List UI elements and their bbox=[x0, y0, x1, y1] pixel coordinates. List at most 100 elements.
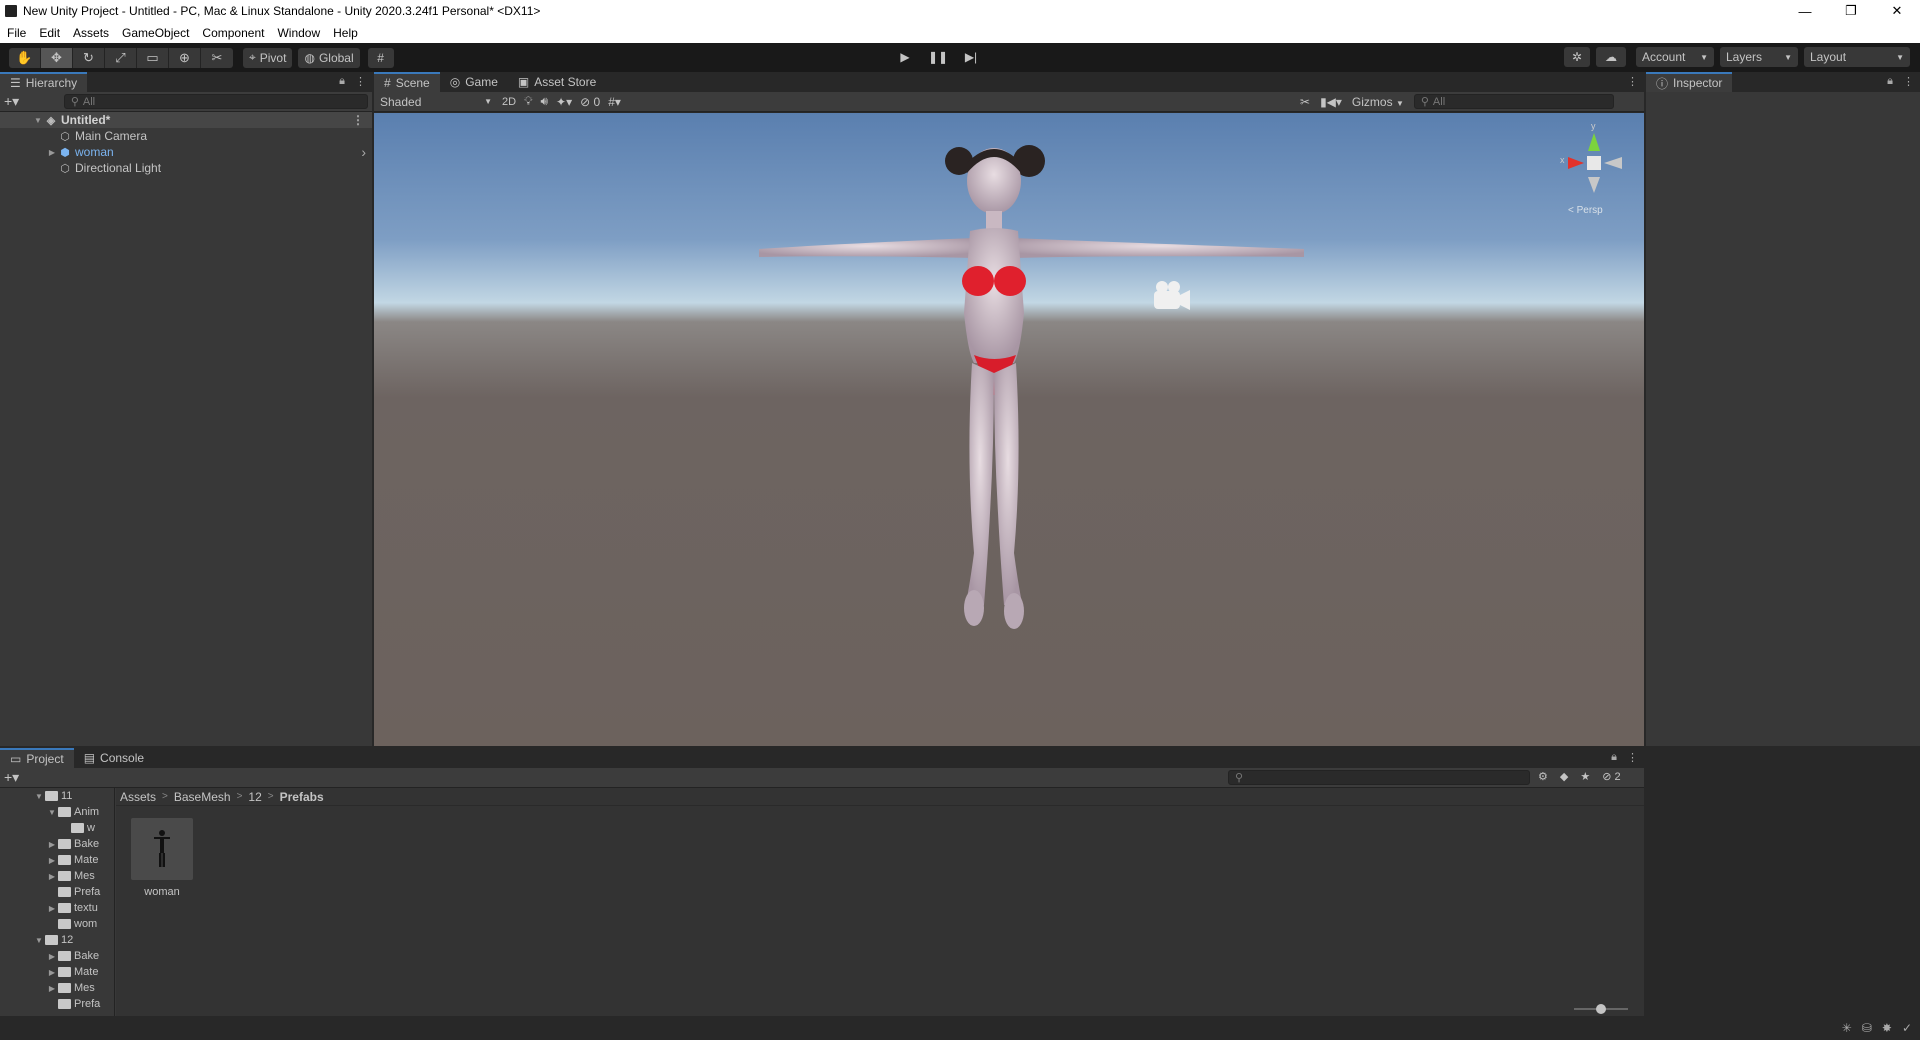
auto-generate-lighting-icon[interactable]: ✳ bbox=[1842, 1021, 1852, 1035]
breadcrumb-item[interactable]: BaseMesh bbox=[174, 790, 231, 804]
custom-tool-button[interactable]: ✂ bbox=[201, 48, 233, 68]
foldout-arrow-icon[interactable]: ▶ bbox=[46, 952, 58, 961]
project-folder-item[interactable]: Prefa bbox=[0, 996, 114, 1012]
layout-dropdown[interactable]: Layout ▼ bbox=[1804, 47, 1910, 67]
foldout-arrow-icon[interactable]: ▼ bbox=[33, 792, 45, 801]
breadcrumb-item[interactable]: Prefabs bbox=[280, 790, 324, 804]
orientation-gizmo[interactable]: y x < Persp bbox=[1560, 121, 1622, 216]
search-by-type-icon[interactable]: ⚙ bbox=[1538, 770, 1548, 783]
camera-gizmo-icon[interactable] bbox=[1154, 281, 1190, 310]
check-circle-icon[interactable]: ✓ bbox=[1902, 1021, 1912, 1035]
zoom-slider-knob[interactable] bbox=[1596, 1004, 1606, 1014]
menu-component[interactable]: Component bbox=[195, 26, 270, 40]
breadcrumb-item[interactable]: Assets bbox=[120, 790, 156, 804]
project-folder-item[interactable]: ▶ Mate bbox=[0, 964, 114, 980]
play-button[interactable]: ▶ bbox=[890, 47, 920, 67]
create-add-button[interactable]: +▾ bbox=[4, 769, 28, 786]
2d-toggle-button[interactable]: 2D bbox=[502, 96, 516, 108]
hierarchy-item[interactable]: ⬡ Directional Light bbox=[0, 160, 372, 176]
foldout-arrow-icon[interactable]: ▶ bbox=[46, 984, 58, 993]
transform-tool-button[interactable]: ⊕ bbox=[169, 47, 201, 68]
collab-button[interactable]: ✲ bbox=[1564, 47, 1590, 67]
project-folder-item[interactable]: ▶ Bake bbox=[0, 948, 114, 964]
kebab-menu-icon[interactable]: ⋮ bbox=[1627, 751, 1638, 764]
grid-snap-button[interactable]: # bbox=[367, 47, 394, 68]
scale-tool-button[interactable]: ⤢ bbox=[105, 47, 137, 68]
project-folder-item[interactable]: ▶ Mes bbox=[0, 980, 114, 996]
close-button[interactable]: ✕ bbox=[1874, 0, 1920, 22]
project-folder-item[interactable]: ▶ textu bbox=[0, 900, 114, 916]
audio-toggle-icon[interactable]: 🔊︎ bbox=[540, 94, 548, 109]
hidden-packages-toggle[interactable]: ⊘ 2 bbox=[1602, 770, 1620, 783]
camera-settings-icon[interactable]: ▮◀▾ bbox=[1320, 95, 1342, 109]
cache-server-icon[interactable]: ⛁ bbox=[1862, 1021, 1872, 1035]
breadcrumb-item[interactable]: 12 bbox=[248, 790, 261, 804]
move-tool-button[interactable]: ✥ bbox=[41, 47, 73, 68]
tab-inspector[interactable]: ⓘ Inspector bbox=[1646, 72, 1733, 92]
gizmos-dropdown[interactable]: Gizmos ▼ bbox=[1352, 95, 1404, 109]
foldout-arrow-icon[interactable]: ▼ bbox=[33, 936, 45, 945]
bug-icon[interactable]: ✸ bbox=[1882, 1021, 1892, 1035]
zoom-slider[interactable] bbox=[1574, 1004, 1628, 1014]
project-search-input[interactable]: ⚲ bbox=[1228, 770, 1530, 785]
prefab-open-chevron-icon[interactable]: › bbox=[361, 144, 366, 160]
lighting-toggle-icon[interactable]: 💡︎ bbox=[524, 94, 532, 109]
foldout-arrow-icon[interactable]: ▼ bbox=[46, 808, 58, 817]
rotate-tool-button[interactable]: ↻ bbox=[73, 47, 105, 68]
lock-icon[interactable]: 🔒︎ bbox=[339, 75, 345, 88]
menu-file[interactable]: File bbox=[0, 26, 32, 40]
tab-hierarchy[interactable]: ☰ Hierarchy bbox=[0, 72, 88, 92]
foldout-arrow-icon[interactable]: ▶ bbox=[46, 904, 58, 913]
tab-project[interactable]: ▭ Project bbox=[0, 748, 74, 768]
scene-search-input[interactable]: ⚲ All bbox=[1413, 94, 1614, 109]
minimize-button[interactable]: — bbox=[1782, 0, 1828, 22]
kebab-menu-icon[interactable]: ⋮ bbox=[1627, 75, 1638, 88]
project-folder-item[interactable]: wom bbox=[0, 916, 114, 932]
rect-tool-button[interactable]: ▭ bbox=[137, 47, 169, 68]
layers-dropdown[interactable]: Layers ▼ bbox=[1720, 47, 1798, 67]
project-folder-item[interactable]: ▼ 12 bbox=[0, 932, 114, 948]
pause-button[interactable]: ❚❚ bbox=[923, 47, 953, 67]
kebab-menu-icon[interactable]: ⋮ bbox=[355, 75, 366, 88]
grid-toggle-icon[interactable]: #▾ bbox=[608, 95, 621, 109]
project-folder-item[interactable]: Prefa bbox=[0, 884, 114, 900]
hidden-objects-toggle[interactable]: ⊘ 0 bbox=[580, 95, 600, 109]
account-dropdown[interactable]: Account ▼ bbox=[1636, 47, 1714, 67]
project-folder-item[interactable]: ▼ 11 bbox=[0, 788, 114, 804]
tab-game[interactable]: ◎ Game bbox=[440, 72, 508, 92]
restore-button[interactable]: ❐ bbox=[1828, 0, 1874, 22]
create-add-button[interactable]: +▾ bbox=[4, 93, 28, 110]
menu-help[interactable]: Help bbox=[326, 26, 364, 40]
lock-icon[interactable]: 🔒︎ bbox=[1887, 75, 1893, 88]
global-toggle[interactable]: ◍ Global bbox=[298, 47, 360, 68]
pivot-toggle[interactable]: ⌖ Pivot bbox=[243, 47, 293, 68]
tools-icon[interactable]: ✂ bbox=[1300, 95, 1310, 109]
tab-console[interactable]: ▤ Console bbox=[74, 748, 154, 768]
project-folder-item[interactable]: ▶ Mate bbox=[0, 852, 114, 868]
tab-asset-store[interactable]: ▣ Asset Store bbox=[508, 72, 606, 92]
shading-mode-dropdown[interactable]: Shaded ▼ bbox=[378, 93, 494, 110]
foldout-arrow-icon[interactable]: ▶ bbox=[46, 856, 58, 865]
scene-menu-icon[interactable]: ⋮ bbox=[352, 113, 364, 127]
project-folder-item[interactable]: ▶ Bake bbox=[0, 836, 114, 852]
menu-window[interactable]: Window bbox=[270, 26, 326, 40]
hierarchy-item[interactable]: ▶ ⬢ woman › bbox=[0, 144, 372, 160]
foldout-arrow-icon[interactable]: ▶ bbox=[46, 968, 58, 977]
tab-scene[interactable]: # Scene bbox=[374, 72, 440, 92]
scene-viewport[interactable]: y x < Persp bbox=[374, 113, 1644, 746]
menu-edit[interactable]: Edit bbox=[32, 26, 66, 40]
asset-tile[interactable]: woman bbox=[130, 818, 194, 898]
kebab-menu-icon[interactable]: ⋮ bbox=[1903, 75, 1914, 88]
foldout-arrow-icon[interactable]: ▶ bbox=[46, 148, 58, 157]
hierarchy-item[interactable]: ⬡ Main Camera bbox=[0, 128, 372, 144]
step-button[interactable]: ▶| bbox=[956, 47, 986, 67]
foldout-arrow-icon[interactable]: ▶ bbox=[46, 840, 58, 849]
search-by-label-icon[interactable]: ◆ bbox=[1560, 770, 1568, 783]
project-folder-item[interactable]: ▶ Mes bbox=[0, 868, 114, 884]
lock-icon[interactable]: 🔒︎ bbox=[1611, 751, 1617, 764]
foldout-arrow-icon[interactable]: ▶ bbox=[46, 872, 58, 881]
hand-tool-button[interactable]: ✋ bbox=[9, 47, 41, 68]
favorite-star-icon[interactable]: ★ bbox=[1580, 770, 1590, 783]
effects-toggle-icon[interactable]: ✦▾ bbox=[556, 95, 572, 109]
scene-row[interactable]: ▼ ◈ Untitled* ⋮ bbox=[0, 112, 372, 128]
